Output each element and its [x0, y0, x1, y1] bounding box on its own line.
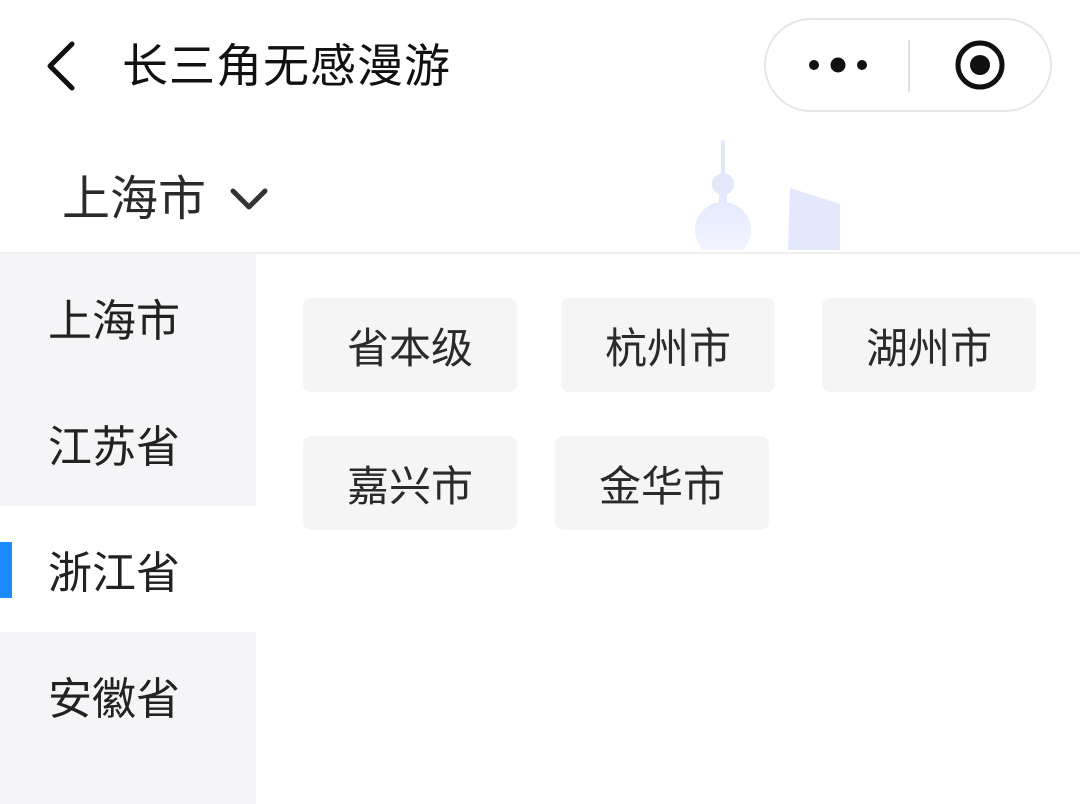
city-chip-jiaxing[interactable]: 嘉兴市 — [303, 436, 517, 530]
more-dots-icon — [808, 57, 867, 73]
navbar: 长三角无感漫游 — [0, 0, 1080, 132]
sidebar-item-jiangsu[interactable]: 江苏省 — [0, 380, 256, 506]
active-indicator — [0, 542, 12, 598]
more-button[interactable] — [766, 20, 909, 110]
miniprogram-capsule — [764, 18, 1052, 112]
region-selector[interactable]: 上海市 — [62, 168, 270, 230]
target-close-icon — [955, 40, 1005, 90]
page: 长三角无感漫游 上海市 上海市 江苏省 浙江省 安徽省 省本级 杭州市 湖州市 … — [0, 0, 1080, 804]
page-title: 长三角无感漫游 — [122, 39, 451, 93]
city-chip-hangzhou[interactable]: 杭州市 — [561, 298, 775, 392]
close-button[interactable] — [910, 20, 1050, 110]
sidebar-item-label: 安徽省 — [48, 674, 180, 725]
sidebar-item-zhejiang[interactable]: 浙江省 — [0, 506, 256, 632]
sidebar-item-label: 江苏省 — [48, 422, 180, 473]
region-selector-label: 上海市 — [62, 171, 207, 227]
back-button[interactable] — [30, 30, 90, 102]
chevron-down-icon — [228, 178, 270, 220]
skyline-illustration — [695, 140, 840, 250]
sidebar-item-shanghai[interactable]: 上海市 — [0, 254, 256, 380]
chevron-left-icon — [47, 41, 75, 91]
city-panel: 省本级 杭州市 湖州市 嘉兴市 金华市 — [256, 254, 1080, 804]
city-chip-huzhou[interactable]: 湖州市 — [822, 298, 1036, 392]
region-header: 上海市 — [0, 132, 1080, 252]
province-sidebar: 上海市 江苏省 浙江省 安徽省 — [0, 254, 256, 804]
sidebar-item-label: 上海市 — [48, 296, 180, 347]
sidebar-item-anhui[interactable]: 安徽省 — [0, 632, 256, 758]
city-chip-jinhua[interactable]: 金华市 — [555, 436, 769, 530]
sidebar-item-label: 浙江省 — [48, 548, 180, 599]
city-chip-provincial[interactable]: 省本级 — [303, 298, 517, 392]
